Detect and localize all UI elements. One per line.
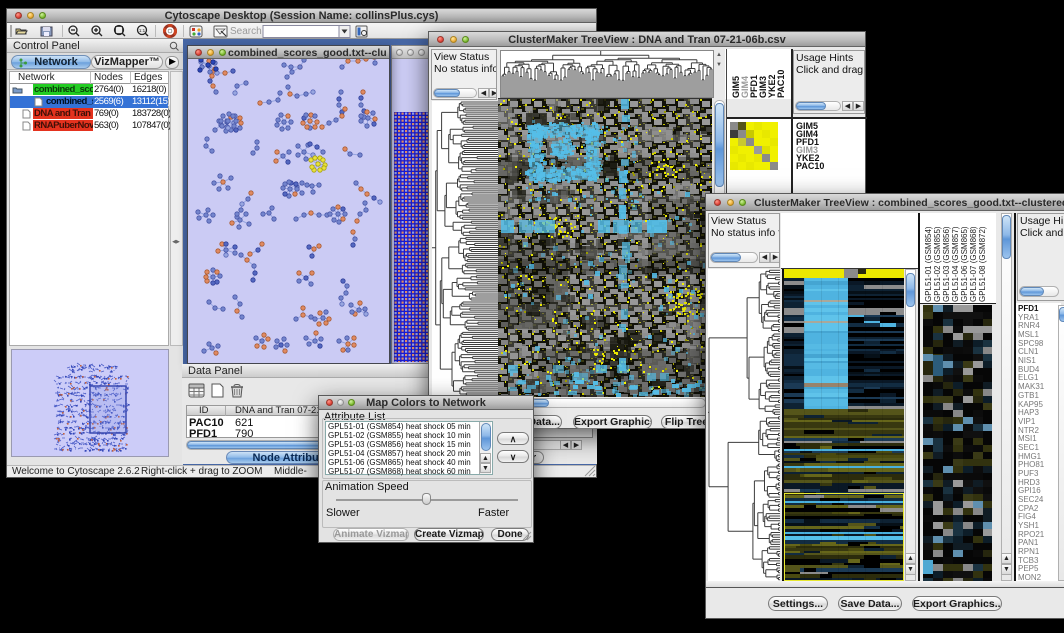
svg-text:1:1: 1:1 [139, 28, 146, 33]
svg-text:Search:: Search: [230, 26, 264, 37]
